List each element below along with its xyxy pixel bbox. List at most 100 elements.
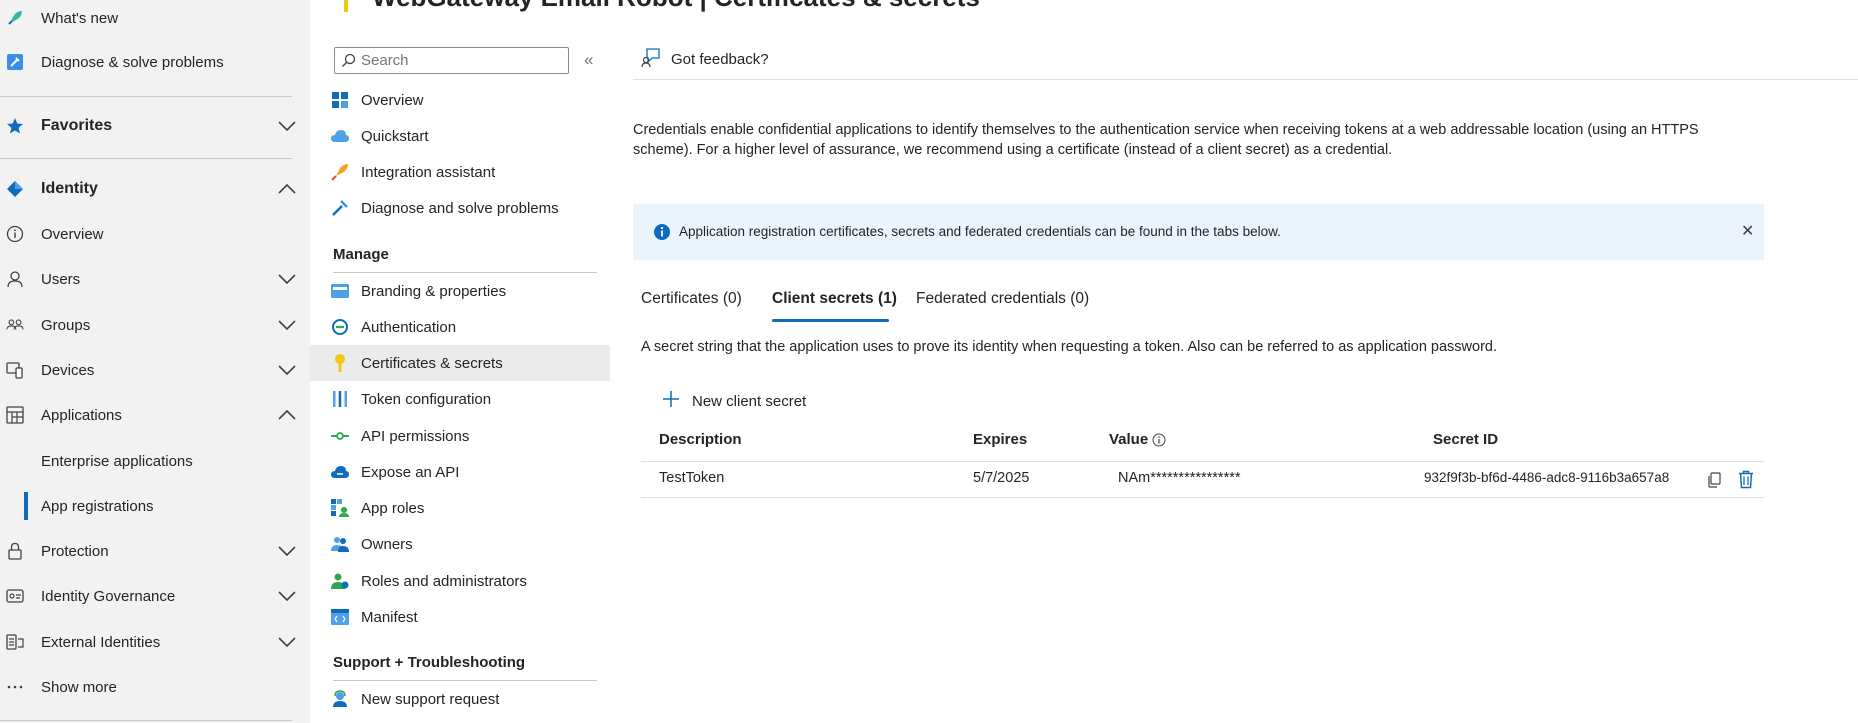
nav-item-whats-new[interactable]: What's new	[0, 0, 310, 38]
menu-item-quickstart[interactable]: Quickstart	[310, 118, 610, 154]
nav-item-favorites[interactable]: Favorites	[0, 106, 310, 146]
menu-label: Integration assistant	[361, 163, 496, 181]
column-header-description: Description	[659, 431, 742, 448]
nav-item-users[interactable]: Users	[0, 259, 310, 299]
menu-item-expose-api[interactable]: Expose an API	[310, 454, 610, 490]
menu-label: API permissions	[361, 427, 470, 445]
cell-expires: 5/7/2025	[973, 470, 1030, 486]
chevron-down-icon[interactable]	[277, 318, 297, 332]
nav-label: Identity	[41, 180, 98, 197]
nav-item-diagnose[interactable]: Diagnose & solve problems	[0, 42, 310, 82]
support-person-icon	[331, 690, 349, 708]
tab-certificates[interactable]: Certificates (0)	[641, 290, 742, 322]
tab-federated-credentials[interactable]: Federated credentials (0)	[916, 290, 1089, 322]
feedback-button[interactable]: Got feedback?	[641, 47, 769, 71]
chevron-down-icon[interactable]	[277, 589, 297, 603]
app-roles-icon	[331, 499, 349, 517]
nav-item-show-more[interactable]: Show more	[0, 667, 310, 707]
nav-item-overview[interactable]: Overview	[0, 214, 310, 254]
copy-icon[interactable]	[1707, 472, 1721, 492]
main-content: Got feedback? Credentials enable confide…	[633, 0, 1858, 723]
menu-item-new-support-request[interactable]: New support request	[310, 681, 610, 717]
nav-label: Applications	[41, 406, 122, 424]
command-bar-divider	[633, 79, 1858, 80]
menu-label: Roles and administrators	[361, 572, 527, 590]
wrench-icon	[6, 53, 24, 71]
info-message-bar: Application registration certificates, s…	[633, 204, 1764, 260]
nav-label: Protection	[41, 542, 109, 560]
chevron-up-icon[interactable]	[277, 182, 297, 196]
chevron-down-icon[interactable]	[277, 363, 297, 377]
menu-item-owners[interactable]: Owners	[310, 526, 610, 562]
nav-item-enterprise-applications[interactable]: Enterprise applications	[0, 441, 310, 481]
nav-item-identity[interactable]: Identity	[0, 169, 310, 209]
nav-item-devices[interactable]: Devices	[0, 350, 310, 390]
authentication-icon	[331, 318, 349, 336]
wrench-icon	[331, 199, 349, 217]
column-header-expires: Expires	[973, 431, 1028, 448]
cloud-api-icon	[331, 463, 349, 481]
cell-description: TestToken	[659, 470, 725, 486]
menu-item-integration-assistant[interactable]: Integration assistant	[310, 154, 610, 190]
search-input[interactable]	[361, 52, 561, 69]
menu-item-roles-administrators[interactable]: Roles and administrators	[310, 563, 610, 599]
menu-label: Owners	[361, 535, 413, 553]
active-tab-indicator	[772, 319, 889, 322]
menu-item-overview[interactable]: Overview	[310, 82, 610, 118]
column-header-secret-id: Secret ID	[1433, 431, 1499, 448]
api-permissions-icon	[331, 427, 349, 445]
search-icon	[341, 53, 356, 72]
chevron-down-icon[interactable]	[277, 544, 297, 558]
rocket-icon	[6, 9, 24, 27]
menu-label: Diagnose and solve problems	[361, 199, 559, 217]
chevron-down-icon[interactable]	[277, 272, 297, 286]
menu-item-app-roles[interactable]: App roles	[310, 490, 610, 526]
menu-label: Certificates & secrets	[361, 354, 503, 372]
tab-client-secrets[interactable]: Client secrets (1)	[772, 290, 897, 322]
nav-label: Diagnose & solve problems	[41, 53, 224, 71]
rocket-icon	[331, 163, 349, 181]
external-identities-icon	[6, 633, 24, 651]
menu-item-branding[interactable]: Branding & properties	[310, 273, 610, 309]
nav-item-identity-governance[interactable]: Identity Governance	[0, 576, 310, 616]
cell-value: NAm****************	[1118, 470, 1241, 486]
info-icon[interactable]	[1152, 433, 1166, 447]
ellipsis-icon	[6, 678, 24, 696]
delete-icon[interactable]	[1738, 470, 1754, 493]
menu-label: App roles	[361, 499, 425, 517]
menu-item-diagnose[interactable]: Diagnose and solve problems	[310, 190, 610, 226]
nav-item-external-identities[interactable]: External Identities	[0, 622, 310, 662]
plus-icon	[662, 390, 680, 412]
branding-icon	[331, 282, 349, 300]
menu-search[interactable]	[334, 47, 569, 74]
chevron-up-icon[interactable]	[277, 408, 297, 422]
nav-label: Enterprise applications	[41, 452, 193, 470]
menu-item-manifest[interactable]: Manifest	[310, 599, 610, 635]
left-navigation: What's new Diagnose & solve problems Fav…	[0, 0, 310, 723]
grid-icon	[331, 91, 349, 109]
nav-item-groups[interactable]: Groups	[0, 305, 310, 345]
chevron-down-icon[interactable]	[277, 635, 297, 649]
nav-item-applications[interactable]: Applications	[0, 395, 310, 435]
nav-label: Groups	[41, 316, 91, 334]
identity-diamond-icon	[6, 180, 24, 198]
feedback-label: Got feedback?	[671, 50, 769, 68]
column-header-value-label: Value	[1109, 431, 1149, 448]
nav-item-app-registrations[interactable]: App registrations	[0, 486, 310, 526]
table-header-divider	[641, 461, 1764, 462]
menu-label: Token configuration	[361, 390, 492, 408]
new-client-secret-button[interactable]: New client secret	[650, 390, 806, 412]
close-icon[interactable]: ✕	[1741, 221, 1754, 241]
nav-label: Overview	[41, 225, 104, 243]
menu-item-api-permissions[interactable]: API permissions	[310, 418, 610, 454]
section-heading-support: Support + Troubleshooting	[333, 654, 526, 671]
menu-label: Quickstart	[361, 127, 429, 145]
chevron-down-icon[interactable]	[277, 119, 297, 133]
menu-item-token-configuration[interactable]: Token configuration	[310, 381, 610, 417]
menu-item-certificates-secrets[interactable]: Certificates & secrets	[310, 345, 610, 381]
nav-label: What's new	[41, 9, 119, 27]
menu-item-authentication[interactable]: Authentication	[310, 309, 610, 345]
collapse-menu-button[interactable]: «	[584, 50, 593, 70]
section-heading-manage: Manage	[333, 246, 389, 263]
nav-item-protection[interactable]: Protection	[0, 531, 310, 571]
